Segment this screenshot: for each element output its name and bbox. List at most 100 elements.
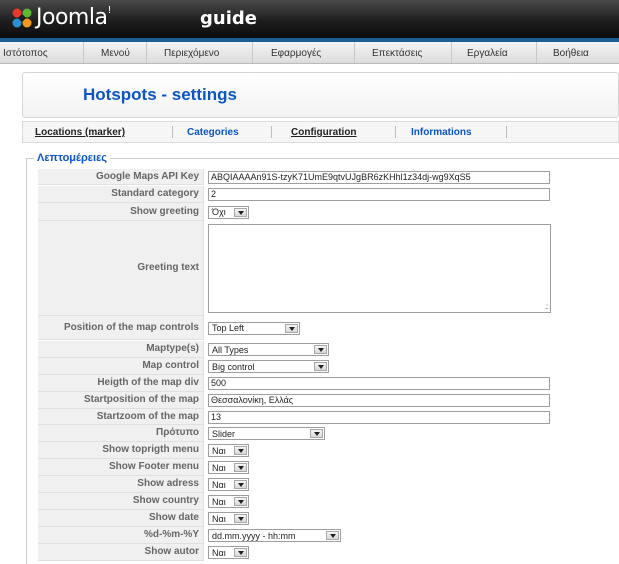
chevron-down-icon — [234, 480, 247, 489]
setting-row-start-zoom: Startzoom of the map 13 — [38, 409, 558, 425]
menu-item-tools[interactable]: Εργαλεία — [467, 48, 508, 59]
autor-value: Ναι — [212, 547, 226, 558]
submenu-tabs: Locations (marker) Categories Configurat… — [22, 121, 619, 143]
toprigth-menu-select[interactable]: Ναι — [208, 444, 249, 457]
menu-item-content[interactable]: Περιεχόμενο — [164, 48, 219, 59]
chevron-down-icon — [234, 207, 247, 217]
chevron-down-icon — [285, 323, 298, 333]
setting-row-start-position: Startposition of the map Θεσσαλονίκη, Ελ… — [38, 392, 558, 409]
setting-label: Standard category — [38, 186, 204, 203]
tab-locations[interactable]: Locations (marker) — [35, 127, 125, 138]
tab-categories[interactable]: Categories — [187, 127, 239, 138]
setting-label: Startposition of the map — [38, 392, 204, 409]
resize-grip-icon[interactable]: .:: — [544, 302, 549, 311]
setting-label: Show greeting — [38, 203, 204, 221]
joomla-logo-icon — [12, 8, 32, 28]
chevron-down-icon — [234, 514, 247, 523]
menu-item-components[interactable]: Εφαρμογές — [271, 48, 321, 59]
menu-divider — [83, 42, 84, 63]
start-position-input[interactable]: Θεσσαλονίκη, Ελλάς — [208, 394, 550, 407]
country-value: Ναι — [212, 496, 226, 507]
date-value: Ναι — [212, 513, 226, 524]
country-select[interactable]: Ναι — [208, 495, 249, 508]
menu-divider — [354, 42, 355, 63]
setting-label: Heigth of the map div — [38, 375, 204, 392]
map-controls-position-select[interactable]: Top Left — [208, 321, 300, 335]
tab-divider — [395, 126, 396, 138]
show-greeting-value: Όχι — [212, 207, 226, 217]
maptypes-select[interactable]: All Types — [208, 343, 329, 356]
setting-row-map-control: Map control Big control — [38, 358, 558, 375]
setting-label: Position of the map controls — [38, 316, 204, 340]
setting-row-api-key: Google Maps API Key ABQIAAAAn91S-tzyK71U… — [38, 169, 558, 185]
footer-menu-select[interactable]: Ναι — [208, 461, 249, 474]
menu-item-site[interactable]: Ιστότοπος — [3, 48, 48, 59]
date-select[interactable]: Ναι — [208, 512, 249, 525]
setting-row-maptypes: Maptype(s) All Types — [38, 341, 558, 358]
setting-label: Show toprigth menu — [38, 442, 204, 459]
brand-subtitle: guide — [200, 8, 257, 29]
chevron-down-icon — [326, 531, 339, 540]
setting-row-map-controls-position: Position of the map controls Top Left — [38, 316, 558, 340]
setting-label: Show Footer menu — [38, 459, 204, 476]
brand-tm: ! — [107, 5, 111, 16]
setting-label: Map control — [38, 358, 204, 375]
chevron-down-icon — [234, 548, 247, 557]
menu-divider — [451, 42, 452, 63]
setting-row-standard-category: Standard category 2 — [38, 186, 558, 203]
chevron-down-icon — [234, 446, 247, 455]
setting-row-date: Show date Ναι — [38, 510, 558, 527]
setting-label: Πρότυπο — [38, 425, 204, 442]
template-select[interactable]: Slider — [208, 427, 325, 440]
tab-configuration[interactable]: Configuration — [291, 127, 357, 138]
map-control-value: Big control — [212, 361, 255, 372]
menu-item-help[interactable]: Βοήθεια — [553, 48, 589, 59]
autor-select[interactable]: Ναι — [208, 546, 249, 559]
setting-label: %d-%m-%Y — [38, 527, 204, 544]
menu-item-extensions[interactable]: Επεκτάσεις — [372, 48, 422, 59]
setting-label: Google Maps API Key — [38, 169, 204, 185]
main-menu: Ιστότοπος Μενού Περιεχόμενο Εφαρμογές Επ… — [0, 38, 619, 64]
start-zoom-input[interactable]: 13 — [208, 410, 550, 424]
setting-row-map-height: Heigth of the map div 500 — [38, 375, 558, 392]
greeting-text-area[interactable]: .:: — [208, 224, 551, 313]
chevron-down-icon — [234, 463, 247, 472]
setting-row-autor: Show autor Ναι — [38, 544, 558, 561]
setting-row-country: Show country Ναι — [38, 493, 558, 510]
api-key-input[interactable]: ABQIAAAAn91S-tzyK71UmE9qtvUJgBR6zKHhl1z3… — [208, 170, 550, 184]
tab-divider — [271, 126, 272, 138]
date-format-select[interactable]: dd.mm.yyyy - hh:mm — [208, 529, 341, 542]
setting-row-template: Πρότυπο Slider — [38, 425, 558, 442]
brand-name: Joomla! — [36, 5, 111, 30]
standard-category-input[interactable]: 2 — [208, 188, 550, 201]
fieldset-legend: Λεπτομέρειες — [34, 152, 111, 164]
show-greeting-select[interactable]: Όχι — [208, 205, 249, 219]
menu-item-menus[interactable]: Μενού — [101, 48, 130, 59]
tab-divider — [506, 126, 507, 138]
map-controls-position-value: Top Left — [212, 323, 245, 333]
map-height-input[interactable]: 500 — [208, 377, 550, 390]
chevron-down-icon — [234, 497, 247, 506]
setting-row-show-greeting: Show greeting Όχι — [38, 203, 558, 221]
setting-row-adress: Show adress Ναι — [38, 476, 558, 493]
adress-value: Ναι — [212, 479, 226, 490]
setting-label: Show date — [38, 510, 204, 527]
chevron-down-icon — [310, 429, 323, 438]
toprigth-menu-value: Ναι — [212, 445, 226, 456]
toolbar-box: Hotspots - settings — [22, 72, 619, 118]
map-control-select[interactable]: Big control — [208, 360, 329, 373]
maptypes-value: All Types — [212, 344, 249, 355]
footer-menu-value: Ναι — [212, 462, 226, 473]
tab-divider — [172, 126, 173, 138]
setting-label: Show autor — [38, 544, 204, 561]
setting-row-greeting-text: Greeting text .:: — [38, 221, 558, 316]
adress-select[interactable]: Ναι — [208, 478, 249, 491]
menu-divider — [536, 42, 537, 63]
setting-label: Startzoom of the map — [38, 409, 204, 425]
setting-label: Maptype(s) — [38, 341, 204, 358]
tab-informations[interactable]: Informations — [411, 127, 472, 138]
template-value: Slider — [212, 428, 236, 439]
date-format-value: dd.mm.yyyy - hh:mm — [212, 530, 296, 541]
menu-divider — [252, 42, 253, 63]
setting-row-footer-menu: Show Footer menu Ναι — [38, 459, 558, 476]
